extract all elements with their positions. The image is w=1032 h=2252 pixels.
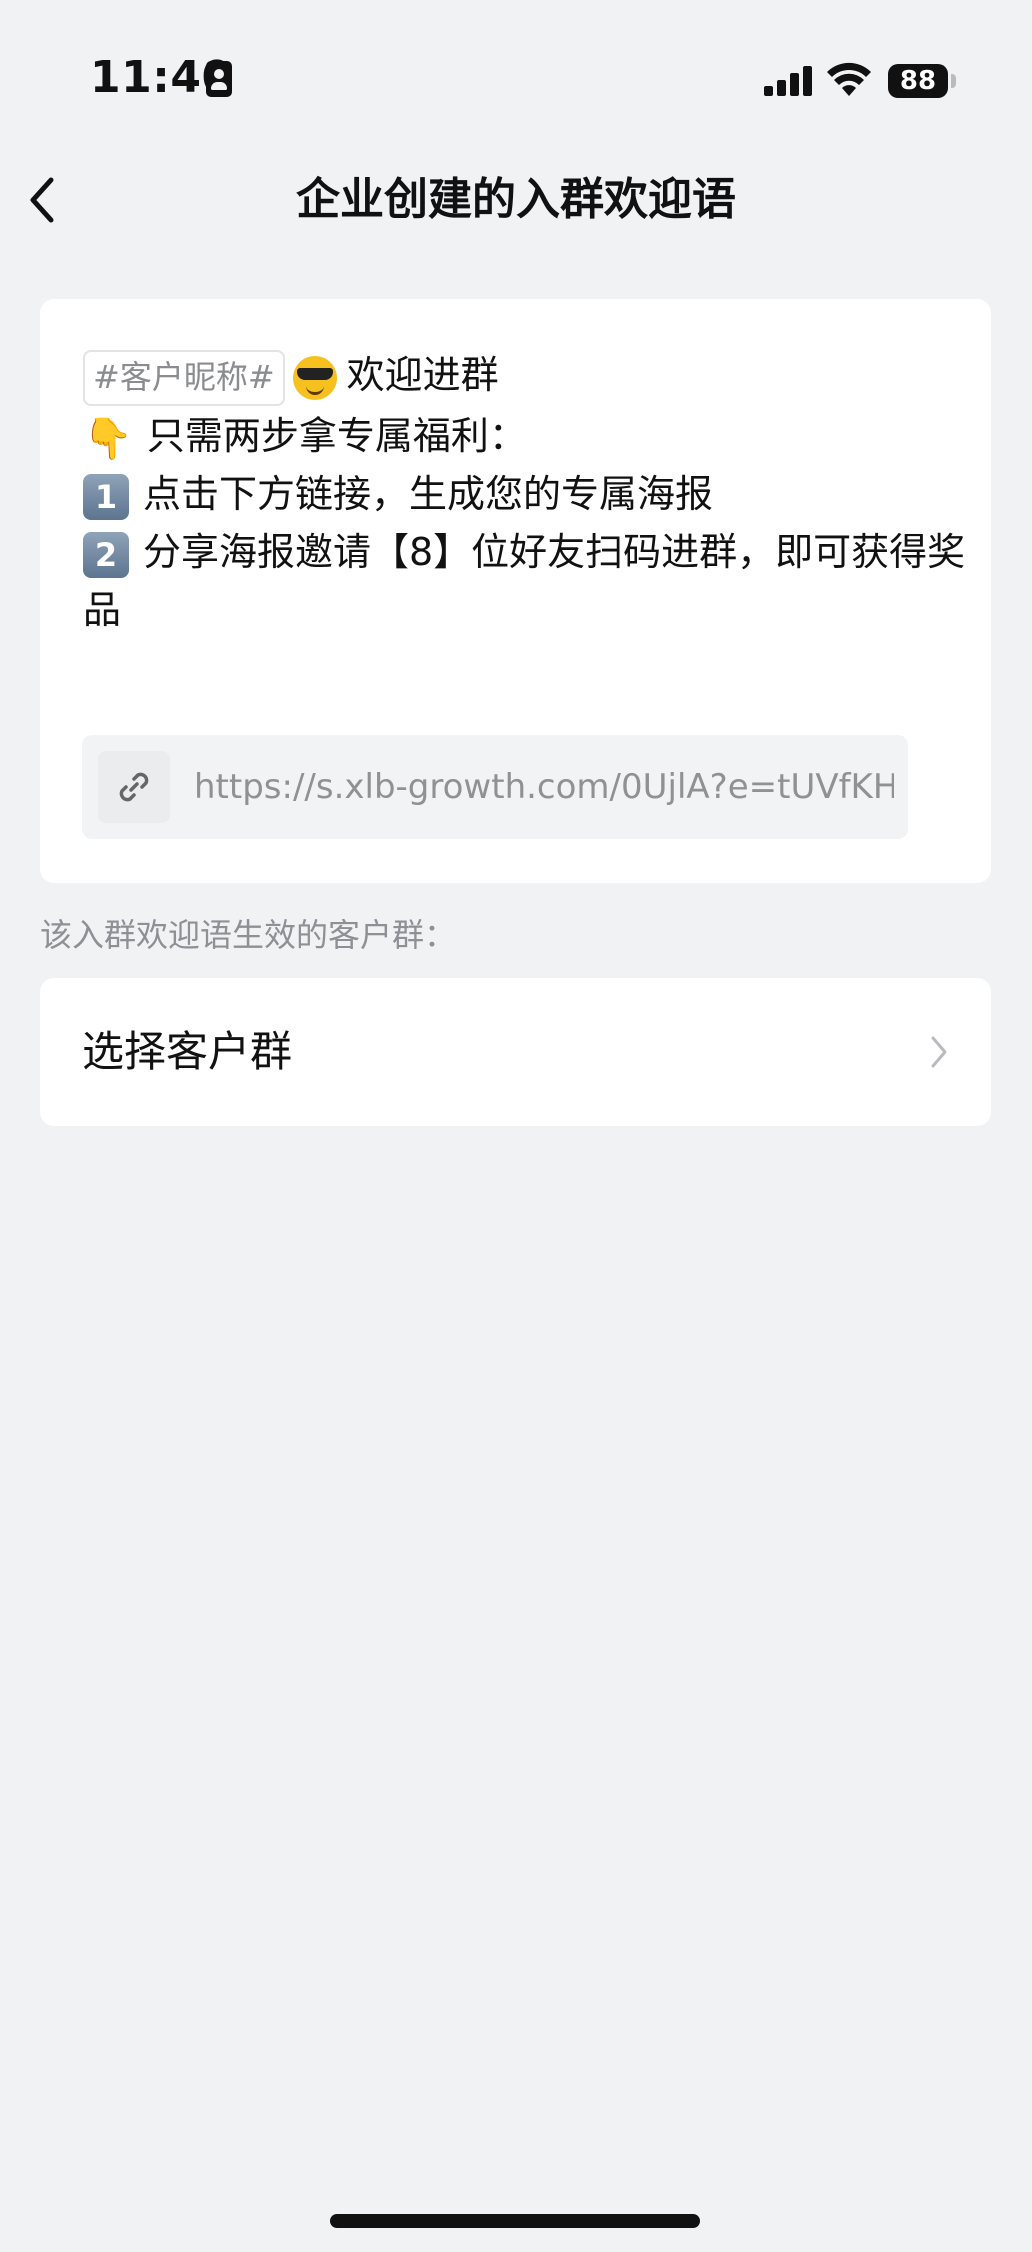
select-group-label: 选择客户群: [82, 1027, 293, 1076]
home-indicator: [330, 2214, 700, 2228]
battery-indicator: 88: [888, 64, 948, 98]
welcome-message-card: #客户昵称# 欢迎进群 👇 只需两步拿专属福利： 1 点击下方链接，生成您的专属海报 …: [40, 299, 991, 883]
message-step-2-wrap: 品: [83, 588, 122, 632]
select-customer-group-button[interactable]: 选择客户群: [40, 978, 991, 1126]
keycap-2-icon: 2: [83, 531, 129, 578]
message-line-1: #客户昵称# 欢迎进群: [83, 346, 499, 406]
nickname-tag: #客户昵称#: [83, 349, 285, 406]
sunglasses-emoji-icon: [292, 355, 337, 400]
welcome-text: 欢迎进群: [346, 353, 499, 397]
id-card-icon: [206, 61, 232, 97]
wifi-icon: [827, 62, 871, 96]
step-1-text: 点击下方链接，生成您的专属海报: [143, 472, 714, 516]
status-bar: 11:40 88: [0, 0, 1032, 150]
link-icon: [98, 751, 170, 823]
link-url: https://s.xlb-growth.com/0UjlA?e=tUVfKH3…: [194, 767, 894, 807]
steps-intro-text: 只需两步拿专属福利：: [146, 414, 527, 458]
cellular-signal-icon: [764, 66, 814, 96]
message-line-2: 👇 只需两步拿专属福利：: [83, 407, 527, 468]
page-title: 企业创建的入群欢迎语: [296, 174, 736, 225]
link-attachment[interactable]: https://s.xlb-growth.com/0UjlA?e=tUVfKH3…: [82, 735, 908, 839]
chevron-right-icon: [931, 1036, 947, 1068]
message-step-2: 2 分享海报邀请【8】位好友扫码进群，即可获得奖: [83, 523, 965, 581]
step-2-text: 分享海报邀请【8】位好友扫码进群，即可获得奖: [143, 530, 966, 574]
section-label: 该入群欢迎语生效的客户群：: [40, 916, 457, 954]
pointing-down-emoji-icon: 👇: [83, 415, 133, 462]
message-step-1: 1 点击下方链接，生成您的专属海报: [83, 465, 713, 523]
keycap-1-icon: 1: [83, 473, 129, 520]
nav-bar: 企业创建的入群欢迎语: [0, 150, 1032, 250]
battery-tip: [951, 74, 956, 88]
